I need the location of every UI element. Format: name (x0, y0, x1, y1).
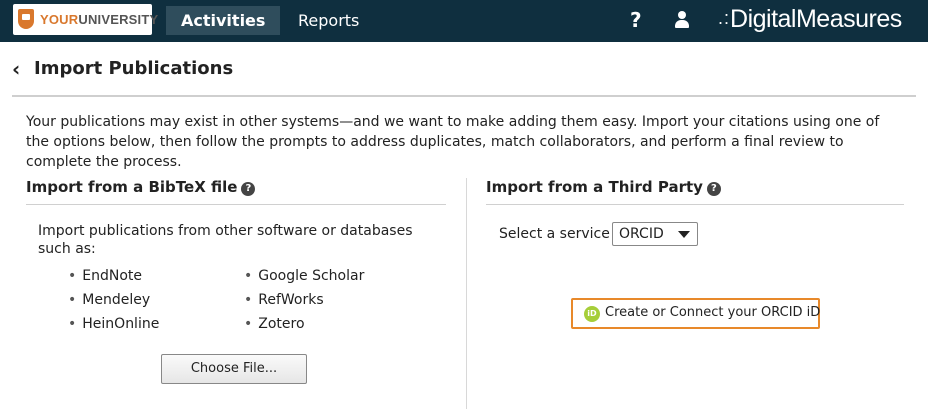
orcid-button-label: Create or Connect your ORCID iD (605, 305, 821, 320)
third-party-help-icon[interactable]: ? (706, 182, 721, 196)
bibtex-description: Import publications from other software … (38, 223, 413, 257)
tab-reports[interactable]: Reports (283, 6, 374, 35)
third-party-section-title: Import from a Third Party? (486, 178, 721, 196)
tab-activities[interactable]: Activities (166, 6, 281, 35)
bibtex-section-title: Import from a BibTeX file? (26, 178, 256, 196)
service-selected-value: ORCID (619, 226, 664, 242)
list-item: • HeinOnline (68, 316, 160, 332)
list-item: • RefWorks (244, 292, 324, 308)
service-label: Select a service (499, 226, 610, 242)
third-party-section-divider (486, 204, 904, 205)
top-navigation-bar: YOURUNIVERSITY Activities Reports ? .:Di… (0, 0, 928, 42)
section-vertical-divider (466, 178, 467, 409)
list-item: • Google Scholar (244, 268, 365, 284)
user-icon[interactable] (673, 11, 691, 29)
page-title: Import Publications (34, 58, 234, 79)
back-chevron-icon[interactable]: ‹ (12, 57, 20, 81)
chevron-down-icon (678, 231, 690, 238)
intro-text: Your publications may exist in other sys… (26, 114, 880, 170)
university-logo-text: YOURUNIVERSITY (40, 12, 159, 27)
orcid-icon: iD (584, 306, 600, 322)
choose-file-button[interactable]: Choose File... (161, 354, 307, 384)
title-divider (12, 95, 916, 97)
orcid-connect-button[interactable]: iD Create or Connect your ORCID iD (571, 298, 820, 329)
list-item: • EndNote (68, 268, 143, 284)
university-shield-icon (18, 9, 34, 29)
digital-measures-logo: .:DigitalMeasures (718, 5, 902, 33)
list-item: • Zotero (244, 316, 305, 332)
list-item: • Mendeley (68, 292, 151, 308)
help-icon[interactable]: ? (630, 8, 642, 32)
bibtex-help-icon[interactable]: ? (241, 182, 256, 196)
bibtex-section-divider (26, 204, 446, 205)
service-select[interactable]: ORCID (612, 222, 698, 246)
university-logo[interactable]: YOURUNIVERSITY (13, 4, 158, 35)
